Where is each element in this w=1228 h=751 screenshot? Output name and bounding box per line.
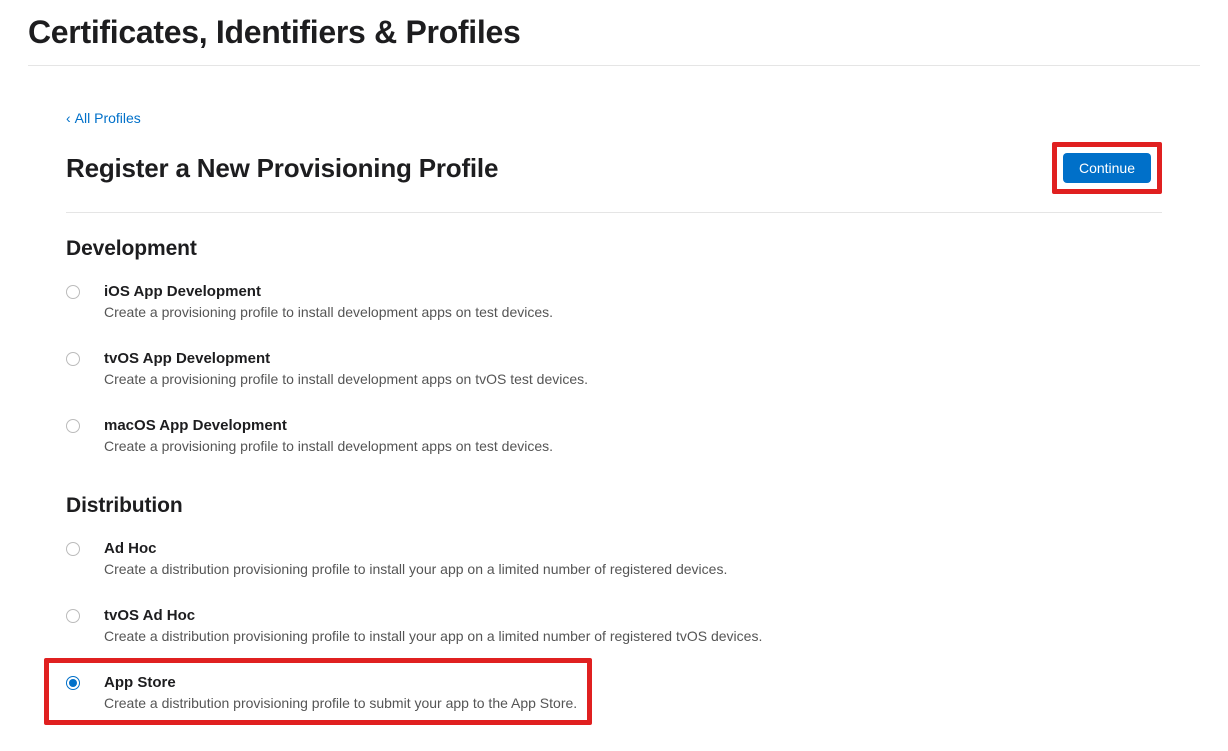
- option-title: iOS App Development: [104, 283, 1162, 300]
- development-section: Development iOS App Development Create a…: [66, 237, 1162, 454]
- continue-button[interactable]: Continue: [1063, 153, 1151, 183]
- option-desc: Create a provisioning profile to install…: [104, 371, 1162, 387]
- radio-tvos-adhoc[interactable]: [66, 609, 80, 623]
- option-appstore[interactable]: App Store Create a distribution provisio…: [66, 674, 1162, 711]
- option-title: tvOS Ad Hoc: [104, 607, 1162, 624]
- option-desc: Create a provisioning profile to install…: [104, 438, 1162, 454]
- page-header: Certificates, Identifiers & Profiles: [28, 0, 1200, 66]
- section-title-development: Development: [66, 237, 1162, 261]
- back-link-label: All Profiles: [75, 110, 141, 126]
- option-desc: Create a distribution provisioning profi…: [104, 628, 1162, 644]
- section-title-distribution: Distribution: [66, 494, 1162, 518]
- option-tvos-dev[interactable]: tvOS App Development Create a provisioni…: [66, 350, 1162, 387]
- option-ios-dev[interactable]: iOS App Development Create a provisionin…: [66, 283, 1162, 320]
- option-desc: Create a distribution provisioning profi…: [104, 561, 1162, 577]
- option-title: macOS App Development: [104, 417, 1162, 434]
- radio-tvos-dev[interactable]: [66, 352, 80, 366]
- option-tvos-adhoc[interactable]: tvOS Ad Hoc Create a distribution provis…: [66, 607, 1162, 644]
- option-adhoc[interactable]: Ad Hoc Create a distribution provisionin…: [66, 540, 1162, 577]
- radio-ios-dev[interactable]: [66, 285, 80, 299]
- radio-macos-dev[interactable]: [66, 419, 80, 433]
- chevron-left-icon: ‹: [66, 111, 71, 125]
- option-desc: Create a provisioning profile to install…: [104, 304, 1162, 320]
- distribution-section: Distribution Ad Hoc Create a distributio…: [66, 494, 1162, 711]
- option-macos-dev[interactable]: macOS App Development Create a provision…: [66, 417, 1162, 454]
- option-title: tvOS App Development: [104, 350, 1162, 367]
- subheader-title: Register a New Provisioning Profile: [66, 153, 498, 184]
- radio-adhoc[interactable]: [66, 542, 80, 556]
- option-title: App Store: [104, 674, 1162, 691]
- radio-appstore[interactable]: [66, 676, 80, 690]
- continue-highlight-box: Continue: [1052, 142, 1162, 194]
- option-desc: Create a distribution provisioning profi…: [104, 695, 1162, 711]
- all-profiles-link[interactable]: ‹ All Profiles: [66, 110, 141, 126]
- subheader: Register a New Provisioning Profile Cont…: [66, 142, 1162, 213]
- page-title: Certificates, Identifiers & Profiles: [28, 14, 1200, 51]
- option-title: Ad Hoc: [104, 540, 1162, 557]
